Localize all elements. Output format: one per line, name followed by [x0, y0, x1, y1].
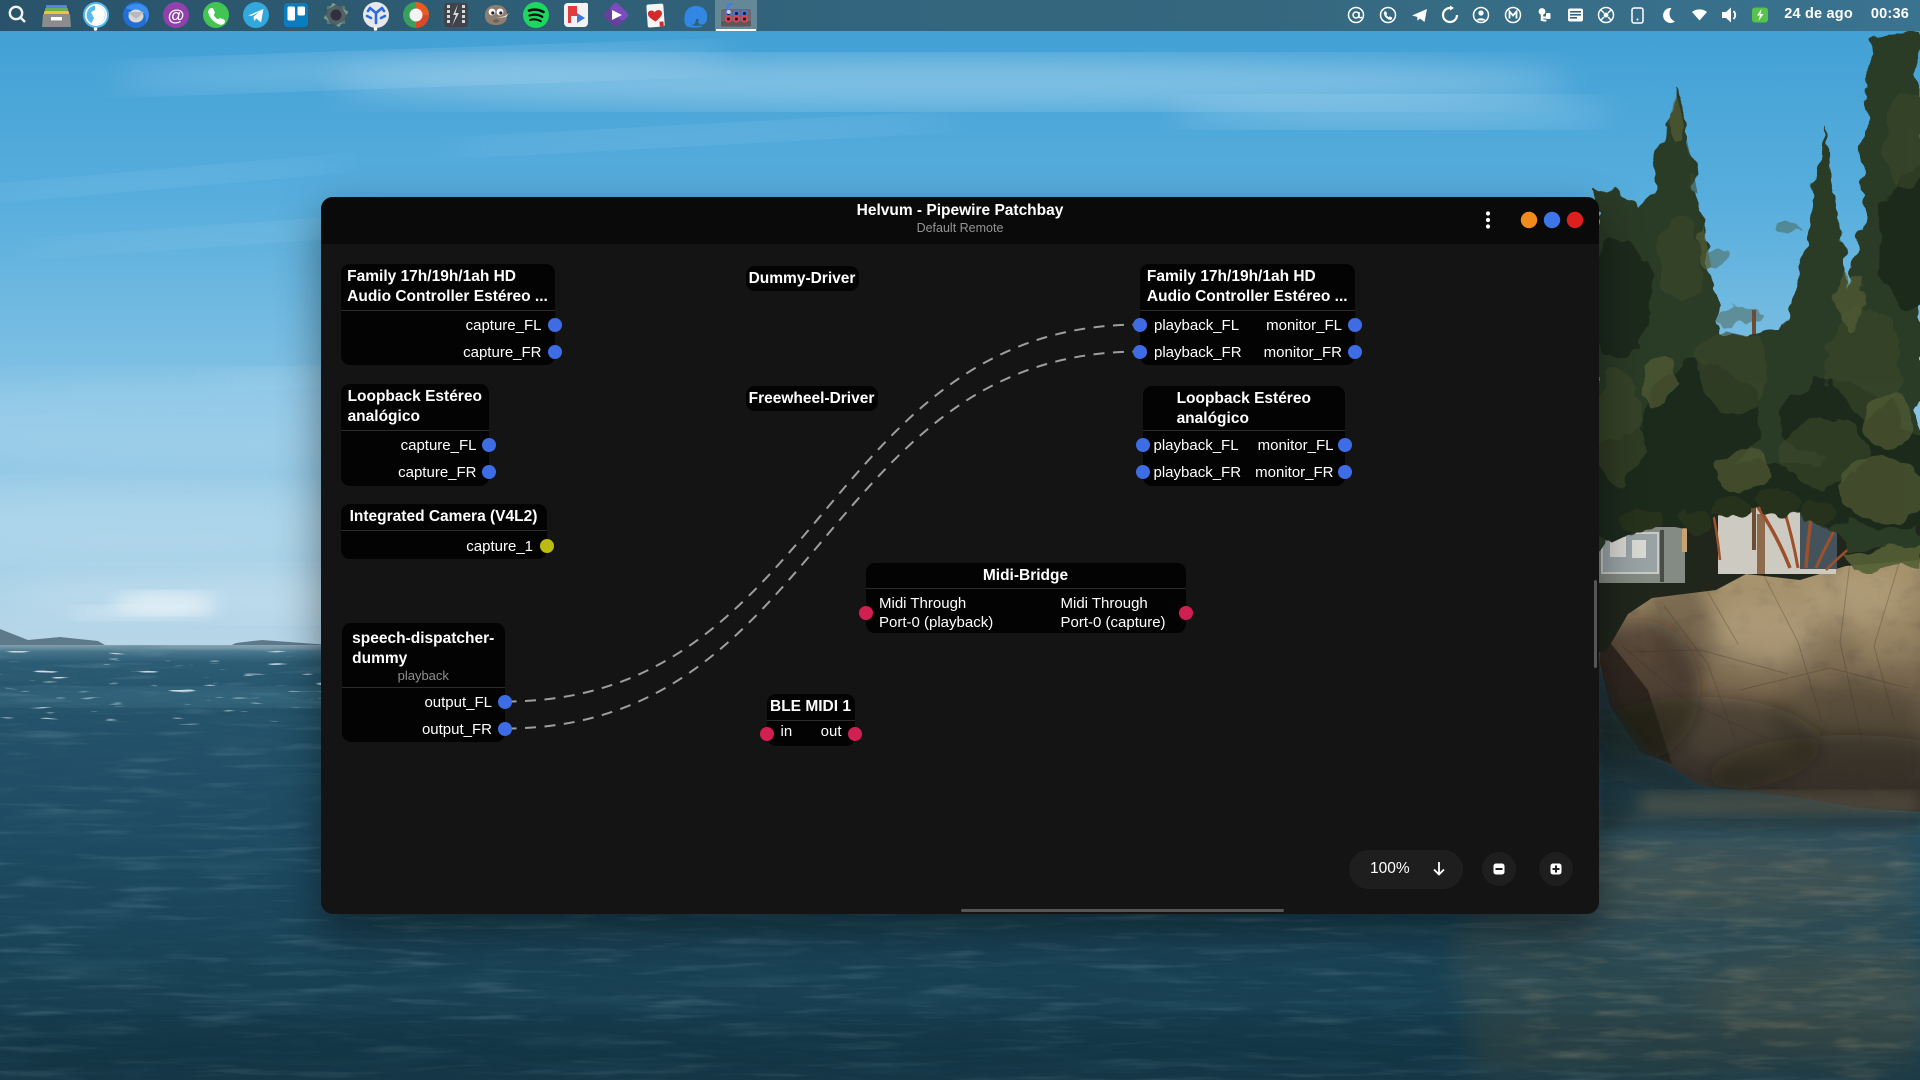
svg-text:@: @ — [168, 6, 185, 25]
